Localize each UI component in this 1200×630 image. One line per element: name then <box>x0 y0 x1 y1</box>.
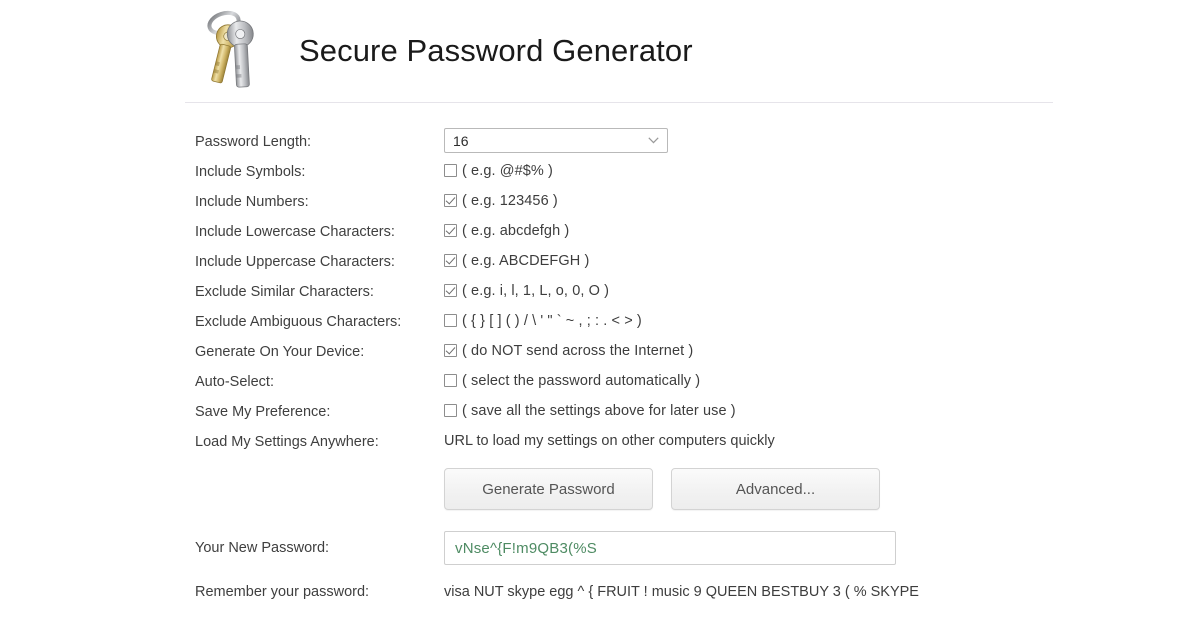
label-exclude-similar: Exclude Similar Characters: <box>195 284 374 300</box>
label-include-uppercase: Include Uppercase Characters: <box>195 254 395 270</box>
row-generate-on-device: Generate On Your Device: ( do NOT send a… <box>195 341 1155 371</box>
generate-password-button[interactable]: Generate Password <box>444 468 653 510</box>
control-exclude-ambiguous: ( { } [ ] ( ) / \ ' " ` ~ , ; : . < > ) <box>444 311 1155 331</box>
row-auto-select: Auto-Select: ( select the password autom… <box>195 371 1155 401</box>
control-generate-on-device: ( do NOT send across the Internet ) <box>444 341 1155 361</box>
new-password-value: vNse^{F!m9QB3(%S <box>455 539 597 557</box>
label-include-symbols: Include Symbols: <box>195 164 306 180</box>
chevron-down-icon <box>648 137 659 144</box>
page-title: Secure Password Generator <box>299 33 693 68</box>
control-include-symbols: ( e.g. @#$% ) <box>444 161 1155 181</box>
hint-generate-on-device: ( do NOT send across the Internet ) <box>462 343 694 359</box>
control-load-settings: URL to load my settings on other compute… <box>444 431 1155 451</box>
page-header: Secure Password Generator <box>185 0 1053 103</box>
keys-icon <box>207 10 254 88</box>
label-load-settings: Load My Settings Anywhere: <box>195 434 379 450</box>
hint-include-symbols: ( e.g. @#$% ) <box>462 163 553 179</box>
label-password-length: Password Length: <box>195 134 312 150</box>
hint-auto-select: ( select the password automatically ) <box>462 373 701 389</box>
password-length-value: 16 <box>453 132 469 149</box>
action-buttons: Generate Password Advanced... <box>195 468 1155 510</box>
row-load-settings: Load My Settings Anywhere: URL to load m… <box>195 431 1155 461</box>
row-include-lowercase: Include Lowercase Characters: ( e.g. abc… <box>195 221 1155 251</box>
label-generate-on-device: Generate On Your Device: <box>195 344 365 360</box>
new-password-field[interactable]: vNse^{F!m9QB3(%S <box>444 531 896 565</box>
label-save-preference: Save My Preference: <box>195 404 331 420</box>
remember-password-value: visa NUT skype egg ^ { FRUIT ! music 9 Q… <box>444 584 919 600</box>
row-exclude-ambiguous: Exclude Ambiguous Characters: ( { } [ ] … <box>195 311 1155 341</box>
control-auto-select: ( select the password automatically ) <box>444 371 1155 391</box>
row-save-preference: Save My Preference: ( save all the setti… <box>195 401 1155 431</box>
checkbox-include-numbers[interactable] <box>444 194 457 207</box>
hint-exclude-similar: ( e.g. i, l, 1, L, o, 0, O ) <box>462 283 610 299</box>
row-include-uppercase: Include Uppercase Characters: ( e.g. ABC… <box>195 251 1155 281</box>
label-auto-select: Auto-Select: <box>195 374 274 390</box>
password-generator-page: Secure Password Generator Password Lengt… <box>0 0 1200 630</box>
control-include-lowercase: ( e.g. abcdefgh ) <box>444 221 1155 241</box>
settings-form: Password Length: 16 Include Symbols: ( e… <box>195 128 1155 461</box>
label-remember-password: Remember your password: <box>195 584 370 600</box>
control-save-preference: ( save all the settings above for later … <box>444 401 1155 421</box>
control-include-uppercase: ( e.g. ABCDEFGH ) <box>444 251 1155 271</box>
load-settings-link[interactable]: URL to load my settings on other compute… <box>444 431 775 451</box>
checkbox-save-preference[interactable] <box>444 404 457 417</box>
label-include-numbers: Include Numbers: <box>195 194 309 210</box>
checkbox-include-symbols[interactable] <box>444 164 457 177</box>
hint-exclude-ambiguous: ( { } [ ] ( ) / \ ' " ` ~ , ; : . < > ) <box>462 313 642 329</box>
checkbox-exclude-similar[interactable] <box>444 284 457 297</box>
row-password-length: Password Length: 16 <box>195 128 1155 161</box>
hint-include-lowercase: ( e.g. abcdefgh ) <box>462 223 570 239</box>
row-exclude-similar: Exclude Similar Characters: ( e.g. i, l,… <box>195 281 1155 311</box>
advanced-button[interactable]: Advanced... <box>671 468 880 510</box>
checkbox-auto-select[interactable] <box>444 374 457 387</box>
label-new-password: Your New Password: <box>195 540 330 556</box>
remember-password-row: Remember your password: visa NUT skype e… <box>195 582 1175 602</box>
password-length-select[interactable]: 16 <box>444 128 668 153</box>
row-include-symbols: Include Symbols: ( e.g. @#$% ) <box>195 161 1155 191</box>
new-password-row: Your New Password: vNse^{F!m9QB3(%S <box>195 531 1155 565</box>
hint-include-numbers: ( e.g. 123456 ) <box>462 193 558 209</box>
checkbox-generate-on-device[interactable] <box>444 344 457 357</box>
hint-include-uppercase: ( e.g. ABCDEFGH ) <box>462 253 590 269</box>
control-password-length: 16 <box>444 128 1155 153</box>
label-exclude-ambiguous: Exclude Ambiguous Characters: <box>195 314 402 330</box>
control-include-numbers: ( e.g. 123456 ) <box>444 191 1155 211</box>
control-exclude-similar: ( e.g. i, l, 1, L, o, 0, O ) <box>444 281 1155 301</box>
hint-save-preference: ( save all the settings above for later … <box>462 403 736 419</box>
row-include-numbers: Include Numbers: ( e.g. 123456 ) <box>195 191 1155 221</box>
checkbox-include-uppercase[interactable] <box>444 254 457 267</box>
checkbox-exclude-ambiguous[interactable] <box>444 314 457 327</box>
checkbox-include-lowercase[interactable] <box>444 224 457 237</box>
label-include-lowercase: Include Lowercase Characters: <box>195 224 395 240</box>
